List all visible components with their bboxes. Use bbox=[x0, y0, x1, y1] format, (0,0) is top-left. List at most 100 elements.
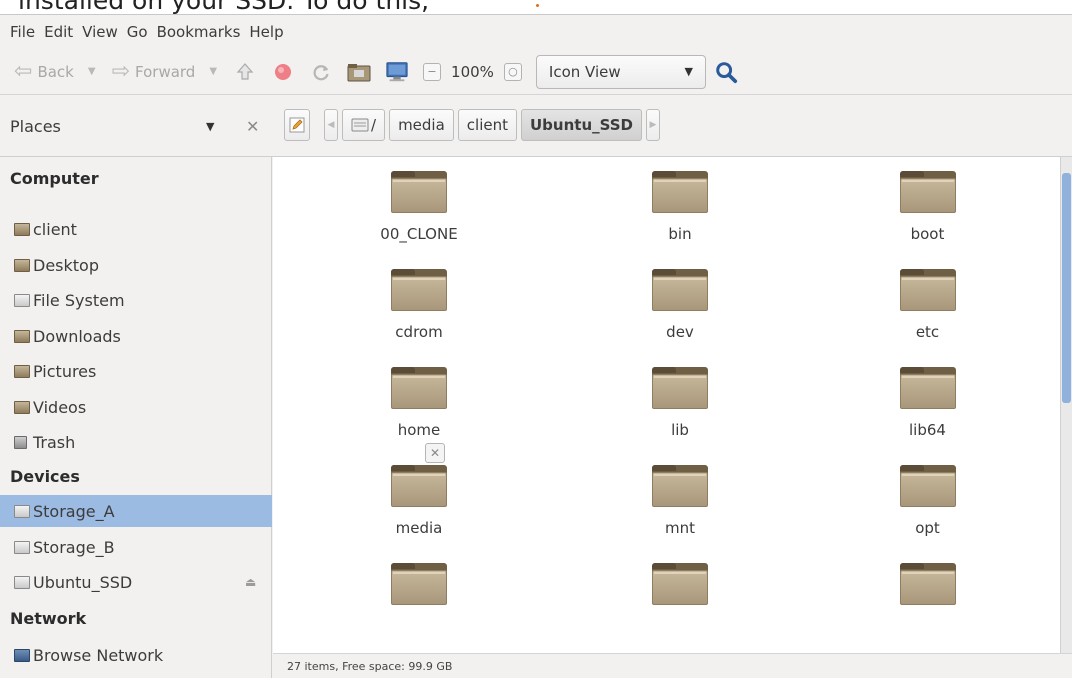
file-name: home bbox=[397, 421, 441, 439]
menu-help[interactable]: Help bbox=[249, 23, 283, 41]
sidebar: Computer client Desktop File System Down… bbox=[0, 157, 272, 678]
file-item[interactable] bbox=[273, 561, 565, 653]
file-item[interactable]: 00_CLONE bbox=[273, 169, 565, 267]
sidebar-item-label: Downloads bbox=[33, 326, 121, 346]
folder-icon bbox=[391, 465, 447, 507]
menu-go[interactable]: Go bbox=[127, 23, 148, 41]
back-arrow-icon: ⇦ bbox=[14, 59, 33, 84]
reload-icon[interactable] bbox=[309, 60, 333, 84]
folder-icon bbox=[391, 563, 447, 605]
breadcrumb-scroll-left[interactable]: ◀ bbox=[324, 109, 338, 141]
file-name: dev bbox=[666, 323, 694, 341]
sidebar-item-pictures[interactable]: Pictures bbox=[0, 355, 272, 387]
file-item[interactable]: cdrom bbox=[273, 267, 565, 365]
sidebar-section-computer: Computer bbox=[10, 169, 99, 188]
breadcrumb-root-label: / bbox=[371, 116, 377, 134]
back-history-dropdown-icon[interactable]: ▼ bbox=[88, 66, 96, 77]
breadcrumb-ubuntu-ssd[interactable]: Ubuntu_SSD bbox=[521, 109, 643, 141]
folder-icon bbox=[652, 563, 708, 605]
sidebar-item-label: Desktop bbox=[33, 255, 99, 275]
sidebar-item-label: Trash bbox=[33, 432, 76, 452]
breadcrumb-root[interactable]: / bbox=[342, 109, 386, 141]
file-item[interactable]: lib bbox=[565, 365, 795, 463]
file-item[interactable]: bin bbox=[565, 169, 795, 267]
file-name: mnt bbox=[665, 519, 695, 537]
zoom-out-icon[interactable]: − bbox=[423, 62, 442, 81]
back-button[interactable]: ⇦ Back bbox=[14, 59, 74, 84]
sidebar-item-videos[interactable]: Videos bbox=[0, 391, 272, 423]
breadcrumb-scroll-right[interactable]: ▶ bbox=[646, 109, 661, 141]
drive-icon bbox=[14, 575, 30, 589]
file-name: etc bbox=[915, 323, 940, 341]
folder-icon bbox=[652, 465, 708, 507]
file-name: lib bbox=[671, 421, 689, 439]
drive-icon bbox=[14, 540, 30, 554]
chevron-down-icon: ▼ bbox=[684, 65, 693, 78]
toolbar: ⇦ Back ▼ ⇨ Forward ▼ − 100% ○ Icon View … bbox=[0, 49, 1072, 95]
file-item[interactable]: etc bbox=[795, 267, 1060, 365]
sidebar-item-browse-network[interactable]: Browse Network bbox=[0, 639, 272, 671]
menu-file[interactable]: File bbox=[10, 23, 35, 41]
file-name: bin bbox=[668, 225, 692, 243]
file-name: cdrom bbox=[395, 323, 443, 341]
file-name: boot bbox=[910, 225, 945, 243]
file-name: lib64 bbox=[909, 421, 946, 439]
search-icon[interactable] bbox=[714, 60, 738, 84]
file-item[interactable] bbox=[795, 561, 1060, 653]
status-bar: 27 items, Free space: 99.9 GB bbox=[273, 653, 1072, 678]
scrollbar-thumb[interactable] bbox=[1062, 173, 1071, 403]
computer-icon[interactable] bbox=[385, 60, 409, 84]
breadcrumb-media[interactable]: media bbox=[389, 109, 454, 141]
view-mode-select[interactable]: Icon View ▼ bbox=[535, 54, 706, 89]
sidebar-item-ubuntu-ssd[interactable]: Ubuntu_SSD ⏏ bbox=[0, 566, 272, 598]
sidebar-item-label: Browse Network bbox=[33, 645, 164, 665]
breadcrumb: ◀ / media client Ubuntu_SSD ▶ bbox=[284, 108, 664, 142]
file-item[interactable]: boot bbox=[795, 169, 1060, 267]
up-icon[interactable] bbox=[233, 60, 257, 84]
file-item[interactable] bbox=[565, 561, 795, 653]
scrollbar[interactable] bbox=[1060, 157, 1072, 653]
home-folder-icon[interactable] bbox=[347, 60, 371, 84]
zoom-reset-icon[interactable]: ○ bbox=[503, 62, 522, 81]
sidebar-item-client[interactable]: client bbox=[0, 213, 272, 245]
folder-icon bbox=[14, 329, 30, 343]
sidebar-item-trash[interactable]: Trash bbox=[0, 426, 272, 458]
edit-location-button[interactable] bbox=[284, 109, 310, 141]
breadcrumb-client[interactable]: client bbox=[457, 109, 517, 141]
eject-icon[interactable]: ⏏ bbox=[245, 575, 256, 589]
file-item[interactable]: lib64 bbox=[795, 365, 1060, 463]
file-name: 00_CLONE bbox=[380, 225, 458, 243]
file-item[interactable]: media bbox=[273, 463, 565, 561]
menu-view[interactable]: View bbox=[82, 23, 118, 41]
menu-bookmarks[interactable]: Bookmarks bbox=[157, 23, 241, 41]
location-bar-row: Places ▼ ✕ ◀ / media client Ubuntu_SSD ▶ bbox=[0, 95, 1072, 157]
pencil-icon bbox=[289, 117, 305, 133]
stop-icon[interactable] bbox=[271, 60, 295, 84]
file-name: opt bbox=[915, 519, 940, 537]
sidebar-item-storage-b[interactable]: Storage_B bbox=[0, 531, 272, 563]
forward-arrow-icon: ⇨ bbox=[111, 59, 130, 84]
file-item[interactable]: dev bbox=[565, 267, 795, 365]
folder-icon bbox=[14, 258, 30, 272]
sidebar-item-downloads[interactable]: Downloads bbox=[0, 320, 272, 352]
places-title: Places bbox=[10, 116, 61, 136]
menu-edit[interactable]: Edit bbox=[44, 23, 73, 41]
file-grid: 00_CLONE bin boot cdrom dev etc home lib lib64 me… bbox=[273, 169, 1060, 653]
forward-button[interactable]: ⇨ Forward bbox=[112, 59, 196, 84]
sidebar-item-label: File System bbox=[33, 290, 125, 310]
forward-history-dropdown-icon[interactable]: ▼ bbox=[209, 66, 217, 77]
close-icon[interactable]: ✕ bbox=[425, 443, 445, 463]
caption-mark bbox=[536, 4, 539, 7]
close-sidebar-icon[interactable]: ✕ bbox=[246, 117, 259, 136]
icon-view: 00_CLONE bin boot cdrom dev etc home lib lib64 me… bbox=[273, 157, 1060, 653]
places-dropdown-icon[interactable]: ▼ bbox=[206, 120, 214, 133]
trash-icon bbox=[14, 435, 27, 449]
view-mode-value: Icon View bbox=[548, 62, 621, 81]
file-item[interactable]: home bbox=[273, 365, 565, 463]
sidebar-item-file-system[interactable]: File System bbox=[0, 284, 272, 316]
sidebar-item-storage-a[interactable]: Storage_A bbox=[0, 495, 272, 527]
sidebar-item-desktop[interactable]: Desktop bbox=[0, 249, 272, 281]
file-item[interactable]: mnt bbox=[565, 463, 795, 561]
file-item[interactable]: opt bbox=[795, 463, 1060, 561]
folder-icon bbox=[14, 400, 30, 414]
